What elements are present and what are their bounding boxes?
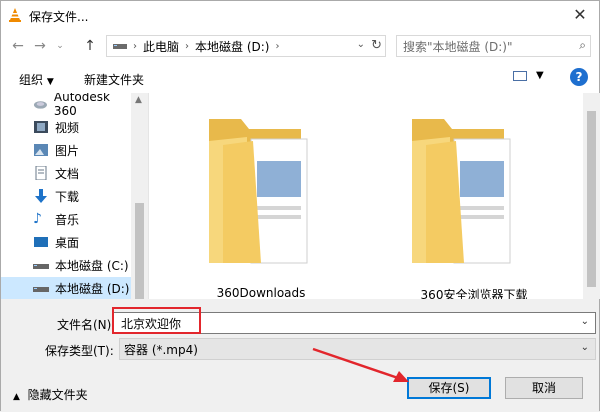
sidebar-item-desktop[interactable]: 桌面 [1,231,131,253]
sidebar-item-label: 本地磁盘 (D:) [55,281,130,296]
highlight-box [112,307,201,334]
sidebar-item-downloads[interactable]: 下载 [1,185,131,207]
filename-label: 文件名(N): [57,318,116,332]
folder-item-360downloads[interactable] [201,111,321,264]
folder-icon [209,119,308,264]
folder-icon [412,119,511,264]
navigation-pane: Autodesk 360 视频 图片 文档 下载 ♪ 音乐 桌面 本地磁盘 (C [1,93,149,299]
picture-icon [34,144,48,156]
save-file-dialog: 保存文件... ✕ ← → ⌄ ↑ › 此电脑 › 本地磁盘 (D:) › ⌄ … [0,0,600,412]
organize-label: 组织 [19,73,44,87]
file-type-select[interactable]: 容器 (*.mp4) ⌄ [119,338,596,360]
up-arrow-icon[interactable]: ↑ [81,37,99,55]
sidebar-item-autodesk-360[interactable]: Autodesk 360 [1,93,131,118]
new-folder-button[interactable]: 新建文件夹 [84,71,144,88]
sidebar-item-drive-c[interactable]: 本地磁盘 (C:) [1,254,131,276]
breadcrumb-separator: › [133,40,137,52]
video-icon [34,121,48,133]
breadcrumb-this-pc[interactable]: 此电脑 [143,38,179,55]
cancel-button[interactable]: 取消 [505,377,583,399]
document-icon [35,166,47,180]
refresh-icon[interactable]: ↻ [371,38,382,53]
address-dropdown-icon[interactable]: ⌄ [357,39,365,50]
sidebar-item-label: 视频 [55,120,80,135]
close-button[interactable]: ✕ [571,6,589,24]
forward-arrow-icon[interactable]: → [31,37,49,55]
file-type-label: 保存类型(T): [45,344,114,358]
cloud-icon [33,101,47,109]
recent-chevron-icon[interactable]: ⌄ [51,37,69,55]
sidebar-item-label: 下载 [55,189,80,204]
file-list: 360Downloads 360安全浏览器下载 [149,93,600,302]
search-input[interactable]: 搜索"本地磁盘 (D:)" ⌕ [396,35,591,57]
sidebar-item-label: 文档 [55,166,80,181]
desktop-icon [34,237,48,247]
drive-icon [113,44,127,49]
scroll-up-icon[interactable]: ▲ [135,95,142,105]
drive-icon [33,264,49,269]
sidebar-scrollbar[interactable]: ▲ [131,93,148,299]
folder-name-label: 360Downloads [216,286,306,300]
chevron-up-icon: ▲ [13,392,20,402]
sidebar-item-label: 图片 [55,143,80,158]
back-arrow-icon[interactable]: ← [9,37,27,55]
help-icon[interactable]: ? [570,68,588,86]
sidebar-item-label: 音乐 [55,212,80,227]
sidebar-item-music[interactable]: ♪ 音乐 [1,208,131,230]
sidebar-item-pictures[interactable]: 图片 [1,139,131,161]
scroll-thumb[interactable] [135,203,144,299]
breadcrumb-separator: › [185,40,190,52]
chevron-down-icon: ⌄ [580,342,589,353]
navigation-bar: ← → ⌄ ↑ › 此电脑 › 本地磁盘 (D:) › ⌄ ↻ 搜索"本地磁盘 … [1,31,599,63]
breadcrumb-separator: › [275,40,280,52]
breadcrumb-drive-d[interactable]: 本地磁盘 (D:) [195,38,269,55]
search-placeholder: 搜索"本地磁盘 (D:)" [403,40,513,54]
folder-item-360-browser-downloads[interactable] [404,111,524,264]
download-icon [35,189,47,203]
chevron-down-icon[interactable]: ⌄ [581,316,589,327]
sidebar-item-drive-d[interactable]: 本地磁盘 (D:) [1,277,131,299]
sidebar-item-videos[interactable]: 视频 [1,116,131,138]
search-icon: ⌕ [579,38,586,52]
drive-icon [33,287,49,292]
view-options-icon[interactable] [513,71,527,81]
sidebar-item-documents[interactable]: 文档 [1,162,131,184]
chevron-down-icon: ▼ [46,77,54,87]
scroll-thumb[interactable] [587,111,596,287]
sidebar-item-label: 本地磁盘 (C:) [55,258,129,273]
chevron-down-icon[interactable]: ▼ [536,70,544,81]
hide-folders-label: 隐藏文件夹 [27,388,88,402]
window-title: 保存文件... [29,10,89,24]
file-list-scrollbar[interactable] [583,93,600,299]
sidebar-item-label: Autodesk 360 [53,93,110,118]
save-button[interactable]: 保存(S) [407,377,491,399]
vlc-cone-icon [9,8,21,22]
organize-menu[interactable]: 组织 ▼ [19,71,54,88]
address-bar[interactable]: › 此电脑 › 本地磁盘 (D:) › ⌄ ↻ [106,35,386,57]
sidebar-item-label: 桌面 [55,235,80,250]
title-bar: 保存文件... ✕ [1,1,599,31]
music-icon: ♪ [33,211,42,227]
command-toolbar: 组织 ▼ 新建文件夹 [1,63,599,93]
file-type-value: 容器 (*.mp4) [124,343,198,357]
hide-folders-toggle[interactable]: ▲ 隐藏文件夹 [13,386,88,403]
